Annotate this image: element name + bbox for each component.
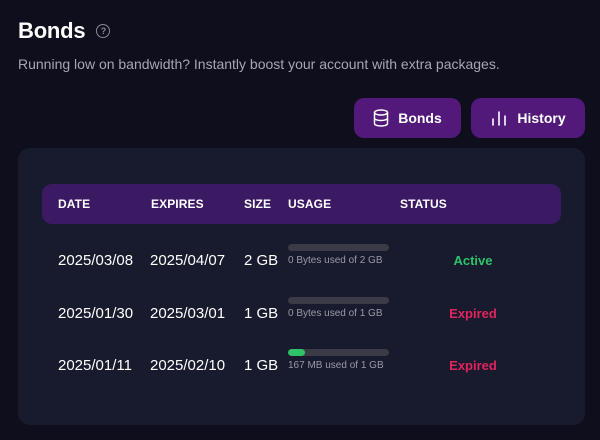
usage-bar-fill [288,349,305,356]
title-row: Bonds ? [18,18,111,44]
column-header-status: STATUS [400,197,447,211]
column-header-date: DATE [58,197,91,211]
bar-chart-icon [492,111,507,126]
usage-text: 167 MB used of 1 GB [288,360,384,371]
column-header-expires: EXPIRES [151,197,204,211]
status-badge: Active [453,253,493,268]
help-icon[interactable]: ? [96,24,111,38]
row-usage: 0 Bytes used of 2 GB [288,244,389,266]
usage-text: 0 Bytes used of 2 GB [288,255,383,266]
status-badge: Expired [449,358,497,373]
row-expires: 2025/03/01 [150,305,226,322]
table-row: 2025/01/30 2025/03/01 1 GB 0 Bytes used … [18,289,585,341]
bonds-page: Bonds ? Running low on bandwidth? Instan… [0,0,600,440]
database-icon [373,109,389,127]
history-button-label: History [517,110,566,126]
row-size: 2 GB [244,252,279,269]
usage-text: 0 Bytes used of 1 GB [288,308,383,319]
bonds-button[interactable]: Bonds [354,98,461,138]
row-date: 2025/01/11 [58,357,132,374]
row-size: 1 GB [244,305,279,322]
table-row: 2025/01/11 2025/02/10 1 GB 167 MB used o… [18,341,585,393]
bonds-button-label: Bonds [398,110,442,126]
table-header: DATE EXPIRES SIZE USAGE STATUS [42,184,561,224]
row-usage: 167 MB used of 1 GB [288,349,389,371]
usage-bar [288,244,389,251]
row-expires: 2025/02/10 [150,357,226,374]
page-subtitle: Running low on bandwidth? Instantly boos… [18,56,500,72]
column-header-usage: USAGE [288,197,332,211]
row-date: 2025/01/30 [58,305,134,322]
page-title: Bonds [18,18,86,43]
usage-bar [288,297,389,304]
column-header-size: SIZE [244,197,272,211]
usage-bar [288,349,389,356]
row-expires: 2025/04/07 [150,252,226,269]
row-date: 2025/03/08 [58,252,134,269]
history-button[interactable]: History [471,98,585,138]
bonds-table-card: DATE EXPIRES SIZE USAGE STATUS 2025/03/0… [18,148,585,425]
status-badge: Expired [449,306,497,321]
table-row: 2025/03/08 2025/04/07 2 GB 0 Bytes used … [18,236,585,288]
row-size: 1 GB [244,357,279,374]
row-usage: 0 Bytes used of 1 GB [288,297,389,319]
